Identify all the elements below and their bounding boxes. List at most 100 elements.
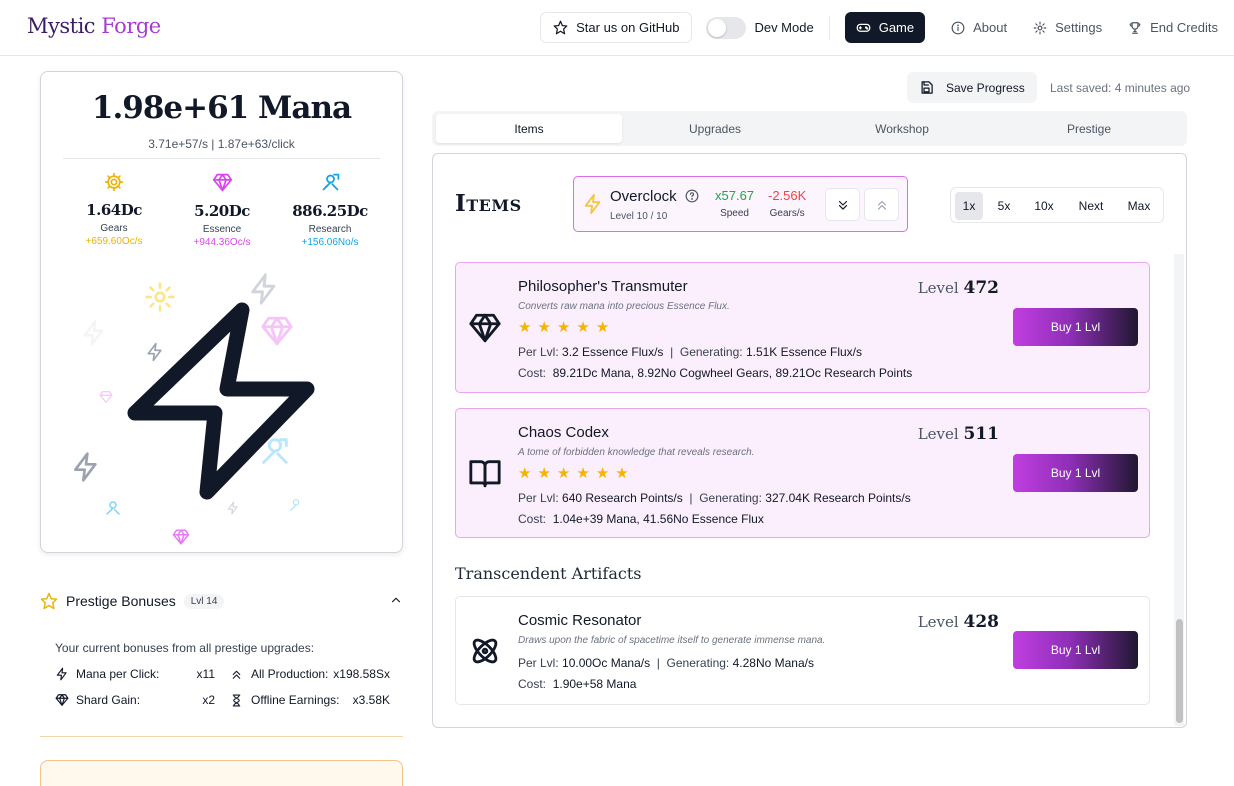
item-level-value: 472 xyxy=(963,278,1000,298)
multiplier-1x[interactable]: 1x xyxy=(955,192,983,220)
item-level: Level 472 xyxy=(918,278,999,298)
resource-value: 5.20Dc xyxy=(194,202,250,220)
generating-value: 327.04K Research Points/s xyxy=(765,491,911,505)
game-nav-button[interactable]: Game xyxy=(844,12,926,43)
nav-actions: Star us on GitHub Dev Mode Game About Se… xyxy=(540,12,1218,43)
bonus-label: Offline Earnings: xyxy=(251,693,340,707)
book-icon xyxy=(469,460,501,488)
item-card-cosmic-resonator: Cosmic Resonator Level 428 Draws upon th… xyxy=(455,596,1150,705)
overclock-decrease-button[interactable] xyxy=(825,188,860,221)
item-card-chaos-codex: Chaos Codex Level 511 A tome of forbidde… xyxy=(455,408,1150,538)
resource-value: 1.64Dc xyxy=(86,201,142,219)
help-icon[interactable] xyxy=(685,189,699,203)
gem-icon xyxy=(469,313,501,343)
overclock-name: Overclock xyxy=(610,188,699,205)
tab-workshop[interactable]: Workshop xyxy=(809,114,995,143)
rating-star-icon: ★ xyxy=(556,319,571,336)
credits-nav-link[interactable]: End Credits xyxy=(1128,20,1218,35)
buy-button[interactable]: Buy 1 Lvl xyxy=(1013,308,1138,346)
bonus-label: Shard Gain: xyxy=(76,693,141,707)
overclock-level: Level 10 / 10 xyxy=(610,211,668,222)
multiplier-10x[interactable]: 10x xyxy=(1027,192,1061,220)
generating-value: 4.28No Mana/s xyxy=(732,656,814,670)
rating-star-icon: ★ xyxy=(518,465,532,482)
resource-name: Essence xyxy=(202,224,242,235)
cost-value: 1.04e+39 Mana, 41.56No Essence Flux xyxy=(552,512,764,526)
multiplier-5x[interactable]: 5x xyxy=(989,192,1019,220)
rating-star-icon: ★ xyxy=(576,319,590,336)
resource-value: 886.25Dc xyxy=(292,202,368,220)
overclock-speed-label: Speed xyxy=(720,208,749,219)
chevron-up-icon[interactable] xyxy=(389,593,403,607)
about-nav-label: About xyxy=(973,20,1008,35)
last-saved-text: Last saved: 4 minutes ago xyxy=(1050,81,1191,95)
item-level: Level 428 xyxy=(918,612,999,632)
prestige-intro: Your current bonuses from all prestige u… xyxy=(55,641,315,655)
per-lvl-label: Per Lvl: xyxy=(518,656,559,670)
gear-icon xyxy=(1033,21,1047,34)
multiplier-max[interactable]: Max xyxy=(1119,192,1159,220)
generating-value: 1.51K Essence Flux/s xyxy=(745,345,862,359)
generating-label: Generating: xyxy=(666,656,730,670)
item-stars: ★ ★ ★ ★ ★ ★ xyxy=(518,466,629,481)
settings-nav-link[interactable]: Settings xyxy=(1033,20,1102,35)
prestige-bonuses-toggle[interactable]: Prestige Bonuses Lvl 14 xyxy=(40,590,403,612)
item-name: Cosmic Resonator xyxy=(518,612,642,629)
overclock-name-text: Overclock xyxy=(610,188,677,205)
chevrons-up-icon xyxy=(877,200,886,210)
per-lvl-value: 640 Research Points/s xyxy=(562,491,683,505)
rating-star-icon: ★ xyxy=(595,465,610,482)
save-progress-button[interactable]: Save Progress xyxy=(907,72,1037,103)
dev-mode-toggle[interactable] xyxy=(706,16,747,39)
buy-button[interactable]: Buy 1 Lvl xyxy=(1013,631,1138,669)
item-name: Philosopher's Transmuter xyxy=(518,278,688,295)
resource-name: Research xyxy=(308,224,352,235)
about-nav-link[interactable]: About xyxy=(951,20,1007,35)
overclock-increase-button[interactable] xyxy=(864,188,899,221)
buy-multiplier-group: 1x 5x 10x Next Max xyxy=(950,187,1164,223)
item-card-philosophers-transmuter: Philosopher's Transmuter Level 472 Conve… xyxy=(455,262,1150,393)
stats-divider xyxy=(63,158,380,159)
mana-click-bolt-icon[interactable] xyxy=(119,286,335,514)
faded-gem-icon xyxy=(172,529,190,545)
item-name: Chaos Codex xyxy=(518,424,609,441)
buy-button[interactable]: Buy 1 Lvl xyxy=(1013,454,1138,492)
next-section-card xyxy=(40,760,403,786)
item-description: A tome of forbidden knowledge that revea… xyxy=(518,447,755,458)
item-level-label: Level xyxy=(917,613,959,631)
mana-rate: 3.71e+57/s | 1.87e+63/click xyxy=(148,137,295,151)
cost-label: Cost: xyxy=(518,677,547,691)
tab-items[interactable]: Items xyxy=(436,114,622,143)
github-star-button[interactable]: Star us on GitHub xyxy=(540,12,693,43)
rating-star-icon: ★ xyxy=(576,465,590,482)
app-logo[interactable]: Mystic Forge xyxy=(27,14,161,38)
star-icon xyxy=(40,592,58,610)
chevrons-down-icon xyxy=(838,200,847,210)
multiplier-next[interactable]: Next xyxy=(1069,192,1113,220)
item-production: Per Lvl: 10.00Oc Mana/s | Generating: 4.… xyxy=(518,656,814,670)
overclock-speed-value: x57.67 xyxy=(715,188,755,203)
item-production: Per Lvl: 3.2 Essence Flux/s | Generating… xyxy=(518,345,862,359)
generating-label: Generating: xyxy=(699,491,762,505)
overclock-speed: x57.67 Speed xyxy=(715,188,754,219)
faded-gem-icon xyxy=(99,391,113,403)
cost-label: Cost: xyxy=(518,366,547,380)
bolt-icon xyxy=(56,667,67,681)
per-lvl-label: Per Lvl: xyxy=(518,345,559,359)
gem-icon xyxy=(55,694,69,706)
bonus-value: x3.58K xyxy=(352,693,390,707)
game-app: Mystic Forge Star us on GitHub Dev Mode … xyxy=(0,0,1234,786)
rating-star-icon: ★ xyxy=(518,319,532,336)
tab-upgrades[interactable]: Upgrades xyxy=(622,114,808,143)
item-level-value: 428 xyxy=(963,612,1000,632)
game-nav-label: Game xyxy=(878,20,915,35)
per-lvl-value: 3.2 Essence Flux/s xyxy=(562,345,664,359)
mana-total: 1.98e+61 Mana xyxy=(91,90,352,126)
items-scrollbar-thumb[interactable] xyxy=(1176,619,1183,723)
trophy-icon xyxy=(1129,21,1141,34)
per-lvl-value: 10.00Oc Mana/s xyxy=(562,656,651,670)
tab-prestige[interactable]: Prestige xyxy=(996,114,1182,143)
bonus-mana-per-click: Mana per Click: x11 xyxy=(55,667,215,681)
chevrons-up-icon xyxy=(232,670,241,679)
resource-rate: +659.60Oc/s xyxy=(85,236,143,247)
